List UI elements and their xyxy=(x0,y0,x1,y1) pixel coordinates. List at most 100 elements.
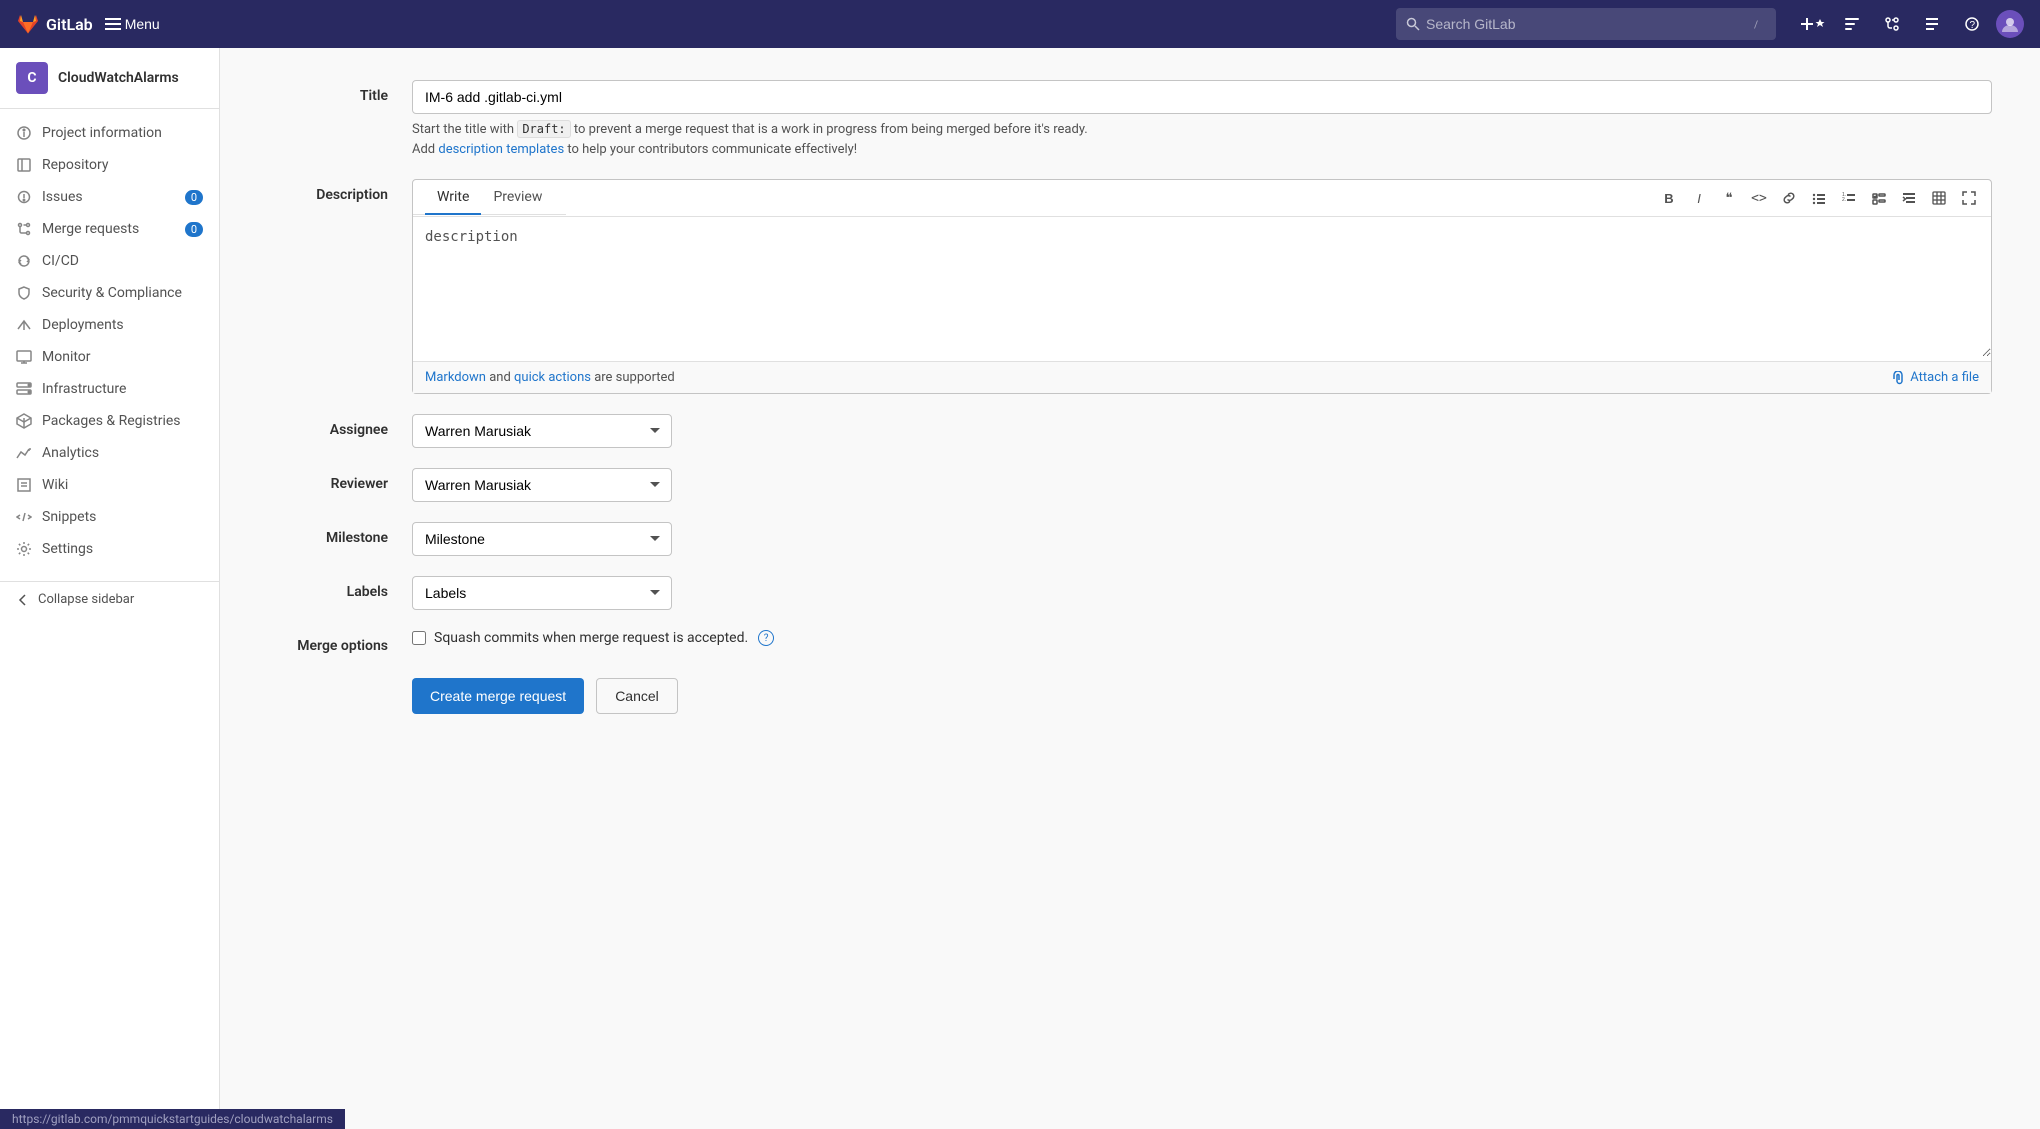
toolbar-expand[interactable] xyxy=(1955,184,1983,212)
assignee-label: Assignee xyxy=(268,414,388,438)
svg-text:/: / xyxy=(1754,20,1758,30)
sidebar-item-label: Infrastructure xyxy=(42,381,126,397)
toolbar-link[interactable] xyxy=(1775,184,1803,212)
todo-button[interactable] xyxy=(1836,8,1868,40)
tab-write[interactable]: Write xyxy=(425,181,481,215)
user-avatar[interactable] xyxy=(1996,10,2024,38)
collapse-sidebar-button[interactable]: Collapse sidebar xyxy=(0,581,219,617)
search-icon xyxy=(1406,17,1420,31)
sidebar-item-repository[interactable]: Repository xyxy=(0,149,219,181)
merge-requests-badge: 0 xyxy=(185,222,203,237)
deploy-icon xyxy=(16,317,32,333)
sidebar-item-settings[interactable]: Settings xyxy=(0,533,219,565)
toolbar-bullet-list[interactable] xyxy=(1805,184,1833,212)
toolbar-numbered-list[interactable]: 1.2. xyxy=(1835,184,1863,212)
attach-file-link[interactable]: Attach a file xyxy=(1892,370,1979,385)
shield-icon xyxy=(16,285,32,301)
milestone-label: Milestone xyxy=(268,522,388,546)
editor-toolbar: B I ❝ <> 1.2. xyxy=(1647,180,1991,216)
toolbar-table[interactable] xyxy=(1925,184,1953,212)
sidebar-item-security[interactable]: Security & Compliance xyxy=(0,277,219,309)
markdown-hint: Markdown and quick actions are supported xyxy=(425,370,675,385)
description-textarea[interactable]: description xyxy=(413,217,1991,357)
sidebar-item-snippets[interactable]: Snippets xyxy=(0,501,219,533)
sidebar-item-label: Issues xyxy=(42,189,83,205)
sidebar-item-project-information[interactable]: Project information xyxy=(0,117,219,149)
description-templates-link[interactable]: description templates xyxy=(438,142,564,157)
collapse-icon xyxy=(16,593,30,607)
milestone-control: Milestone xyxy=(412,522,1992,556)
cicd-icon xyxy=(16,253,32,269)
sidebar-item-monitor[interactable]: Monitor xyxy=(0,341,219,373)
sidebar-item-wiki[interactable]: Wiki xyxy=(0,469,219,501)
merge-options-row: Merge options Squash commits when merge … xyxy=(268,630,1992,654)
merge-requests-button[interactable] xyxy=(1876,8,1908,40)
labels-select[interactable]: Labels xyxy=(412,576,672,610)
sidebar-item-cicd[interactable]: CI/CD xyxy=(0,245,219,277)
toolbar-indent[interactable] xyxy=(1895,184,1923,212)
book-icon xyxy=(16,157,32,173)
milestone-row: Milestone Milestone xyxy=(268,522,1992,556)
sidebar-item-deployments[interactable]: Deployments xyxy=(0,309,219,341)
sidebar-item-issues[interactable]: Issues 0 xyxy=(0,181,219,213)
toolbar-italic[interactable]: I xyxy=(1685,184,1713,212)
markdown-link[interactable]: Markdown xyxy=(425,370,486,385)
sidebar-item-packages[interactable]: Packages & Registries xyxy=(0,405,219,437)
assignee-select[interactable]: Warren Marusiak xyxy=(412,414,672,448)
toolbar-task-list[interactable] xyxy=(1865,184,1893,212)
milestone-select[interactable]: Milestone xyxy=(412,522,672,556)
squash-checkbox[interactable] xyxy=(412,631,426,645)
reviewer-select[interactable]: Warren Marusiak xyxy=(412,468,672,502)
description-control: Write Preview B I ❝ <> xyxy=(412,179,1992,394)
cancel-button[interactable]: Cancel xyxy=(596,678,678,714)
search-bar: / xyxy=(1396,8,1776,40)
sidebar-item-merge-requests[interactable]: Merge requests 0 xyxy=(0,213,219,245)
attach-icon xyxy=(1892,371,1906,385)
sidebar-item-infrastructure[interactable]: Infrastructure xyxy=(0,373,219,405)
nav-icons: ? xyxy=(1796,8,2024,40)
svg-text:2.: 2. xyxy=(1842,197,1846,203)
analytics-icon xyxy=(16,445,32,461)
create-merge-request-button[interactable]: Create merge request xyxy=(412,678,584,714)
sidebar-item-label: Wiki xyxy=(42,477,68,493)
new-item-button[interactable] xyxy=(1796,8,1828,40)
merge-options-control: Squash commits when merge request is acc… xyxy=(412,630,1992,646)
help-button[interactable]: ? xyxy=(1956,8,1988,40)
sidebar-item-label: Merge requests xyxy=(42,221,139,237)
infra-icon xyxy=(16,381,32,397)
sidebar-nav: Project information Repository Issues 0 … xyxy=(0,109,219,573)
toolbar-quote[interactable]: ❝ xyxy=(1715,184,1743,212)
menu-button[interactable]: Menu xyxy=(105,16,160,32)
project-avatar: C xyxy=(16,62,48,94)
draft-code: Draft: xyxy=(517,120,570,138)
snippets-icon xyxy=(16,509,32,525)
sidebar-item-label: Settings xyxy=(42,541,93,557)
monitor-icon xyxy=(16,349,32,365)
sidebar-item-label: Repository xyxy=(42,157,108,173)
gitlab-logo[interactable]: GitLab xyxy=(16,12,93,36)
editor-tabs-row: Write Preview B I ❝ <> xyxy=(413,180,1991,217)
labels-label: Labels xyxy=(268,576,388,600)
quick-actions-link[interactable]: quick actions xyxy=(514,370,591,385)
main-layout: C CloudWatchAlarms Project information R… xyxy=(0,48,2040,1129)
toolbar-bold[interactable]: B xyxy=(1655,184,1683,212)
tab-preview[interactable]: Preview xyxy=(481,181,554,215)
squash-help-icon[interactable]: ? xyxy=(758,630,774,646)
description-label: Description xyxy=(268,179,388,203)
search-input[interactable] xyxy=(1426,16,1748,32)
action-buttons: Create merge request Cancel xyxy=(268,678,1992,714)
description-editor: Write Preview B I ❝ <> xyxy=(412,179,1992,394)
merge-options-label: Merge options xyxy=(268,630,388,654)
sidebar: C CloudWatchAlarms Project information R… xyxy=(0,48,220,1129)
issues-badge: 0 xyxy=(185,190,203,205)
toolbar-code[interactable]: <> xyxy=(1745,184,1773,212)
title-hint: Start the title with Draft: to prevent a… xyxy=(412,120,1992,159)
title-input[interactable] xyxy=(412,80,1992,114)
issues-button[interactable] xyxy=(1916,8,1948,40)
svg-text:?: ? xyxy=(1970,20,1976,31)
project-header: C CloudWatchAlarms xyxy=(0,48,219,109)
top-navigation: GitLab Menu / ? xyxy=(0,0,2040,48)
settings-icon xyxy=(16,541,32,557)
sidebar-item-label: Monitor xyxy=(42,349,91,365)
sidebar-item-analytics[interactable]: Analytics xyxy=(0,437,219,469)
